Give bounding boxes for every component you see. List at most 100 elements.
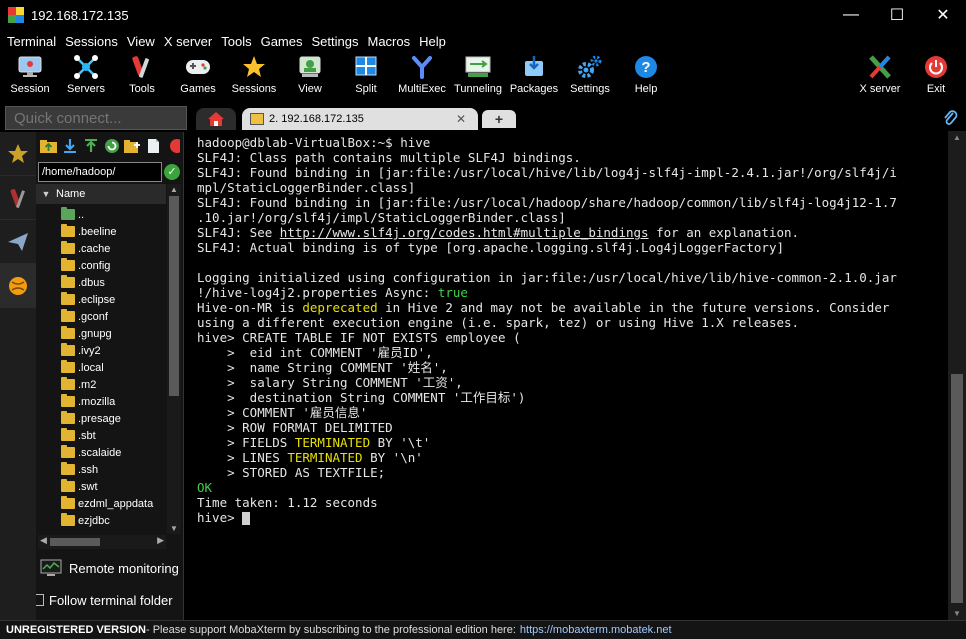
attachment-button[interactable] (942, 109, 958, 132)
menu-macros[interactable]: Macros (363, 34, 414, 49)
games-button[interactable]: Games (170, 52, 226, 100)
download-button[interactable] (61, 137, 79, 156)
scrollbar-thumb[interactable] (169, 196, 179, 396)
file-list-item[interactable]: .swt (36, 478, 166, 495)
terminal-scrollbar[interactable]: ▲ ▼ (948, 131, 966, 620)
x-server-button[interactable]: X server (852, 52, 908, 100)
menu-tools[interactable]: Tools (217, 34, 255, 49)
parent-folder-button[interactable] (40, 137, 58, 156)
refresh-button[interactable] (103, 137, 121, 156)
new-file-button[interactable] (144, 137, 162, 156)
servers-button[interactable]: Servers (58, 52, 114, 100)
remote-monitoring-button[interactable]: Remote monitoring (40, 556, 184, 580)
file-name: ezdml_appdata (78, 497, 154, 510)
sessions-button[interactable]: Sessions (226, 52, 282, 100)
file-list-item[interactable]: .m2 (36, 376, 166, 393)
exit-button[interactable]: Exit (908, 52, 964, 100)
sidebar-tab-sessions[interactable] (0, 132, 36, 176)
menu-view[interactable]: View (123, 34, 159, 49)
terminal-text: mpl/StaticLoggerBinder.class] (197, 180, 416, 195)
plus-icon: + (494, 111, 504, 127)
new-tab-button[interactable]: + (482, 110, 516, 128)
close-button[interactable]: ✕ (920, 0, 966, 30)
scroll-down-icon[interactable]: ▼ (948, 609, 966, 618)
name-column-header[interactable]: ▼ Name (36, 184, 166, 204)
menu-bar: Terminal Sessions View X server Tools Ga… (0, 30, 966, 52)
file-list-item[interactable]: .beeline (36, 223, 166, 240)
menu-games[interactable]: Games (257, 34, 307, 49)
paper-plane-icon (8, 232, 28, 251)
sftp-browser: ✓ ▼ Name .. .beeline .cache .config .dbu… (36, 132, 184, 622)
scrollbar-thumb[interactable] (951, 374, 963, 603)
file-list-horizontal-scrollbar[interactable]: ◀ ▶ (38, 535, 166, 549)
view-button[interactable]: View (282, 52, 338, 100)
file-list-item[interactable]: .dbus (36, 274, 166, 291)
tunneling-button[interactable]: Tunneling (450, 52, 506, 100)
session-button[interactable]: Session (2, 52, 58, 100)
menu-sessions[interactable]: Sessions (61, 34, 122, 49)
help-label: Help (634, 83, 658, 95)
help-button[interactable]: ? Help (618, 52, 674, 100)
split-label: Split (355, 83, 377, 95)
terminal-line: > ROW FORMAT DELIMITED (197, 420, 948, 435)
sidebar-tab-sftp[interactable] (0, 264, 36, 308)
close-tab-icon[interactable]: ✕ (456, 112, 466, 126)
terminal-link[interactable]: http://www.slf4j.org/codes.html#multiple… (280, 225, 649, 240)
new-folder-icon (123, 140, 140, 153)
sidebar-tab-tools[interactable] (0, 176, 36, 220)
terminal-text: Logging initialized using configuration … (197, 270, 897, 285)
tools-button[interactable]: Tools (114, 52, 170, 100)
path-input[interactable] (38, 162, 162, 182)
file-list-item[interactable]: .cache (36, 240, 166, 257)
packages-button[interactable]: Packages (506, 52, 562, 100)
terminal-text: BY '\t' (370, 435, 431, 450)
maximize-button[interactable]: ☐ (874, 0, 920, 30)
file-list-item[interactable]: .scalaide (36, 444, 166, 461)
menu-settings[interactable]: Settings (308, 34, 363, 49)
file-list-item[interactable]: .config (36, 257, 166, 274)
terminal-line: mpl/StaticLoggerBinder.class] (197, 180, 948, 195)
file-list-item[interactable]: .gconf (36, 308, 166, 325)
file-list-item[interactable]: ezjdbc (36, 512, 166, 528)
scroll-up-icon[interactable]: ▲ (948, 133, 966, 142)
settings-button[interactable]: Settings (562, 52, 618, 100)
file-list-item[interactable]: ezdml_appdata (36, 495, 166, 512)
file-list-item[interactable]: .local (36, 359, 166, 376)
upload-button[interactable] (82, 137, 100, 156)
file-list-vertical-scrollbar[interactable]: ▲ ▼ (167, 184, 181, 534)
scrollbar-thumb[interactable] (50, 538, 100, 546)
menu-help[interactable]: Help (415, 34, 450, 49)
sftp-toolbar (36, 132, 183, 160)
multiexec-button[interactable]: MultiExec (394, 52, 450, 100)
scroll-left-icon[interactable]: ◀ (40, 535, 47, 546)
home-icon (208, 112, 224, 126)
file-list-item[interactable]: .ivy2 (36, 342, 166, 359)
menu-terminal[interactable]: Terminal (3, 34, 60, 49)
file-list-item[interactable]: .gnupg (36, 325, 166, 342)
file-list-item[interactable]: .eclipse (36, 291, 166, 308)
quick-connect-input[interactable] (5, 106, 187, 130)
menu-x-server[interactable]: X server (160, 34, 216, 49)
file-list-item[interactable]: .ssh (36, 461, 166, 478)
mobaxterm-link[interactable]: https://mobaxterm.mobatek.net (520, 624, 672, 636)
window-controls: — ☐ ✕ (828, 0, 966, 30)
file-list-item[interactable]: .mozilla (36, 393, 166, 410)
terminal-output[interactable]: hadoop@dblab-VirtualBox:~$ hive SLF4J: Cl… (190, 131, 948, 620)
tab-home[interactable] (196, 108, 236, 130)
split-button[interactable]: Split (338, 52, 394, 100)
delete-button[interactable] (165, 137, 183, 156)
path-go-button[interactable]: ✓ (164, 164, 180, 180)
file-list-item[interactable]: .sbt (36, 427, 166, 444)
file-name: .presage (78, 412, 121, 425)
file-list-item[interactable]: .presage (36, 410, 166, 427)
sidebar-tab-macros[interactable] (0, 220, 36, 264)
tab-session[interactable]: 2. 192.168.172.135 ✕ (242, 108, 478, 130)
new-folder-button[interactable] (123, 137, 141, 156)
scroll-up-icon[interactable]: ▲ (167, 185, 181, 194)
file-list-item[interactable]: .. (36, 206, 166, 223)
follow-terminal-folder-checkbox[interactable]: Follow terminal folder (36, 590, 184, 610)
minimize-button[interactable]: — (828, 0, 874, 30)
folder-icon (61, 360, 75, 373)
scroll-right-icon[interactable]: ▶ (157, 535, 164, 546)
scroll-down-icon[interactable]: ▼ (167, 524, 181, 533)
